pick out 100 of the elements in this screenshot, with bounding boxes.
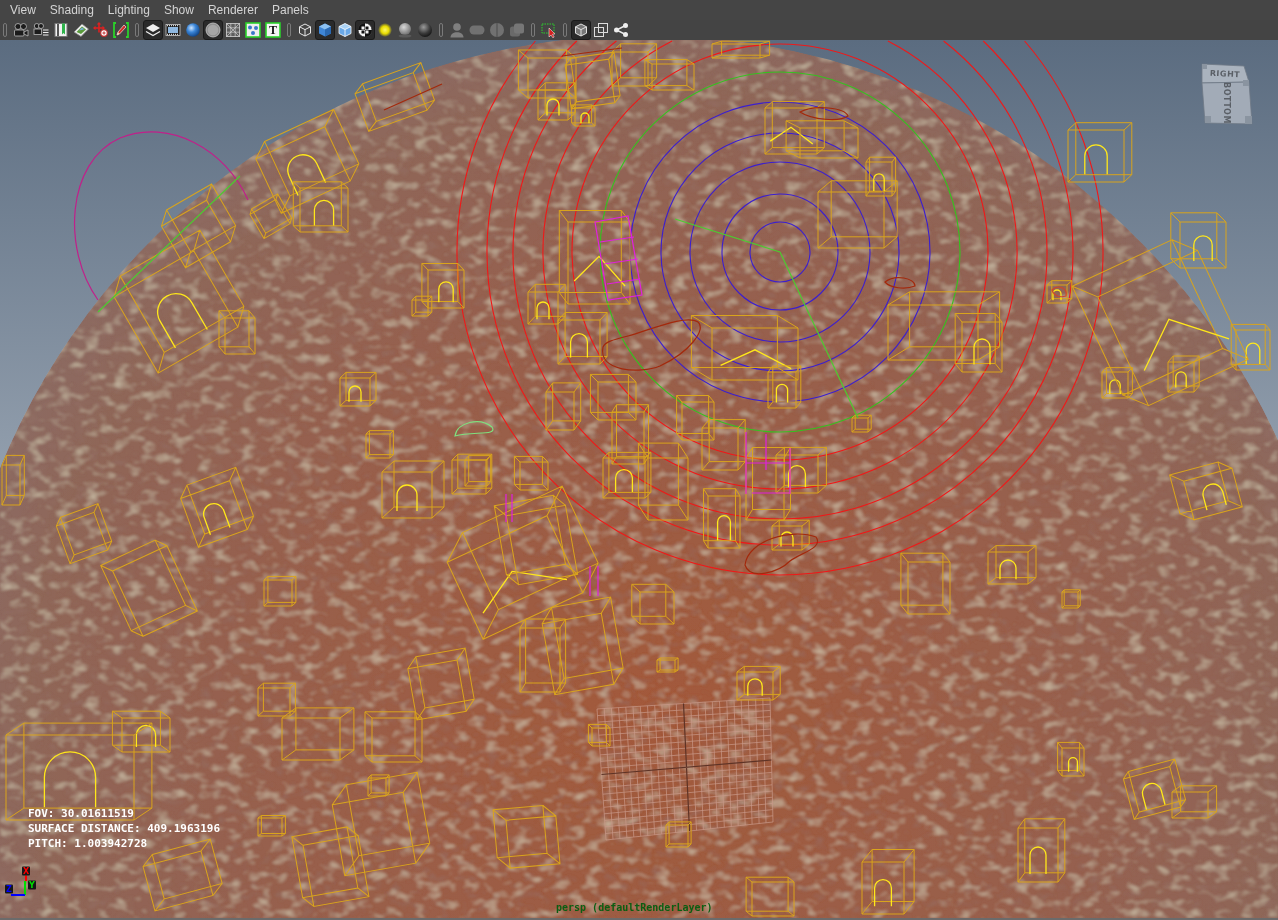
camera-button[interactable] bbox=[11, 20, 31, 40]
crossed-grid-icon bbox=[225, 22, 241, 38]
wire-cube-icon bbox=[297, 22, 313, 38]
nodes-icon bbox=[613, 22, 629, 38]
sphere-icon bbox=[397, 22, 413, 38]
wireframe-box bbox=[587, 723, 611, 747]
wireframe-box bbox=[745, 876, 795, 917]
glow-button[interactable] bbox=[375, 20, 395, 40]
solid-cube-icon bbox=[317, 22, 333, 38]
hud-text: SURFACE DISTANCE: 409.1963196 bbox=[28, 821, 221, 836]
frame-outline bbox=[589, 565, 599, 597]
wire-curve bbox=[799, 107, 849, 121]
nodes-button[interactable] bbox=[611, 20, 631, 40]
book-button[interactable] bbox=[51, 20, 71, 40]
wireframe-box bbox=[492, 805, 561, 869]
bust-icon bbox=[449, 22, 465, 38]
menu-item[interactable]: Lighting bbox=[100, 1, 157, 19]
pencil-button[interactable] bbox=[111, 20, 131, 40]
crossed-grid-button[interactable] bbox=[223, 20, 243, 40]
wireframe-box bbox=[644, 59, 695, 91]
wireframe-box bbox=[589, 373, 637, 421]
cube-icon bbox=[573, 22, 589, 38]
frame-outline bbox=[505, 493, 513, 523]
dots-frame-icon bbox=[245, 22, 261, 38]
wire-curve bbox=[383, 83, 443, 111]
menu-item[interactable]: View bbox=[3, 1, 43, 19]
wireframe-box bbox=[665, 821, 692, 848]
half-sphere-icon bbox=[489, 22, 505, 38]
wireframe-box bbox=[701, 419, 746, 471]
wireframe-box bbox=[764, 101, 825, 155]
wireframe-box bbox=[611, 43, 658, 87]
wireframe-box bbox=[851, 414, 872, 433]
layers-icon bbox=[145, 22, 161, 38]
circle-button[interactable] bbox=[203, 20, 223, 40]
wireframe-box bbox=[557, 312, 608, 365]
checker-sphere-button[interactable] bbox=[355, 20, 375, 40]
wireframe-box bbox=[1, 454, 25, 506]
sphere-button[interactable] bbox=[183, 20, 203, 40]
picture-icon bbox=[73, 22, 89, 38]
wireframe-box bbox=[611, 404, 649, 465]
frame-outline bbox=[745, 431, 791, 495]
camera-label: persp (defaultRenderLayer) bbox=[556, 902, 713, 914]
menu-item[interactable]: Show bbox=[156, 1, 201, 19]
wireframe-box bbox=[631, 583, 675, 625]
wireframe-box bbox=[364, 711, 423, 763]
wireframe-box bbox=[1067, 122, 1133, 183]
circle-icon bbox=[205, 22, 221, 38]
glow-icon bbox=[377, 22, 393, 38]
view-cube[interactable] bbox=[1201, 63, 1253, 125]
book-icon bbox=[53, 22, 69, 38]
overlapping-squares-button[interactable] bbox=[591, 20, 611, 40]
layers-button[interactable] bbox=[143, 20, 163, 40]
overlapping-squares-icon bbox=[593, 22, 609, 38]
wireframe-box bbox=[987, 545, 1037, 585]
wireframe-box bbox=[900, 552, 951, 615]
crosshair-magnifier-button[interactable] bbox=[91, 20, 111, 40]
checker-sphere-icon bbox=[357, 22, 373, 38]
crosshair-magnifier-icon bbox=[93, 22, 109, 38]
pencil-icon bbox=[113, 22, 129, 38]
hud-text: FOV: 30.01611519 bbox=[28, 806, 135, 821]
wireframe-box bbox=[263, 575, 297, 607]
wireframe-box bbox=[703, 488, 741, 549]
camera-icon bbox=[13, 22, 29, 38]
camera-list-icon bbox=[33, 22, 49, 38]
wire-curve bbox=[561, 47, 623, 57]
wireframe-box bbox=[1057, 741, 1085, 777]
wire-curve bbox=[454, 421, 494, 437]
wireframe-box bbox=[257, 815, 286, 837]
wireframe-box bbox=[545, 382, 582, 431]
axis-label: Y bbox=[28, 880, 36, 890]
cube-button[interactable] bbox=[571, 20, 591, 40]
menu-item[interactable]: Shading bbox=[42, 1, 101, 19]
frame-icon bbox=[265, 22, 281, 38]
cube-face-label: BOTTOM bbox=[1222, 82, 1231, 124]
wireframe-box bbox=[656, 657, 679, 673]
outlined-cube-button[interactable] bbox=[335, 20, 355, 40]
hud-text: PITCH: 1.003942728 bbox=[28, 836, 149, 851]
sphere-icon bbox=[417, 22, 433, 38]
wireframe-box bbox=[711, 40, 771, 59]
sphere-button[interactable] bbox=[415, 20, 435, 40]
cube-face-label: RIGHT bbox=[1209, 68, 1241, 80]
frame-button[interactable]: T bbox=[263, 20, 283, 40]
outlined-cube-icon bbox=[337, 22, 353, 38]
rounded-squares-icon bbox=[509, 22, 525, 38]
wireframe-box bbox=[339, 371, 377, 407]
axis-label: Z bbox=[5, 884, 13, 894]
wireframe-box bbox=[1017, 818, 1066, 883]
wireframe-box bbox=[861, 849, 915, 915]
solid-cube-button[interactable] bbox=[315, 20, 335, 40]
wireframe-box bbox=[736, 665, 781, 701]
film-strip-icon bbox=[165, 22, 181, 38]
selection-cursor-icon bbox=[541, 22, 557, 38]
dots-frame-button[interactable] bbox=[243, 20, 263, 40]
wireframe-box bbox=[1061, 589, 1081, 609]
wire-curve bbox=[884, 277, 916, 289]
wire-curve bbox=[1051, 286, 1067, 298]
sphere-icon bbox=[185, 22, 201, 38]
menu-item[interactable]: Renderer bbox=[200, 1, 265, 19]
menu-item[interactable]: Panels bbox=[264, 1, 316, 19]
axis-label: X bbox=[22, 866, 30, 876]
